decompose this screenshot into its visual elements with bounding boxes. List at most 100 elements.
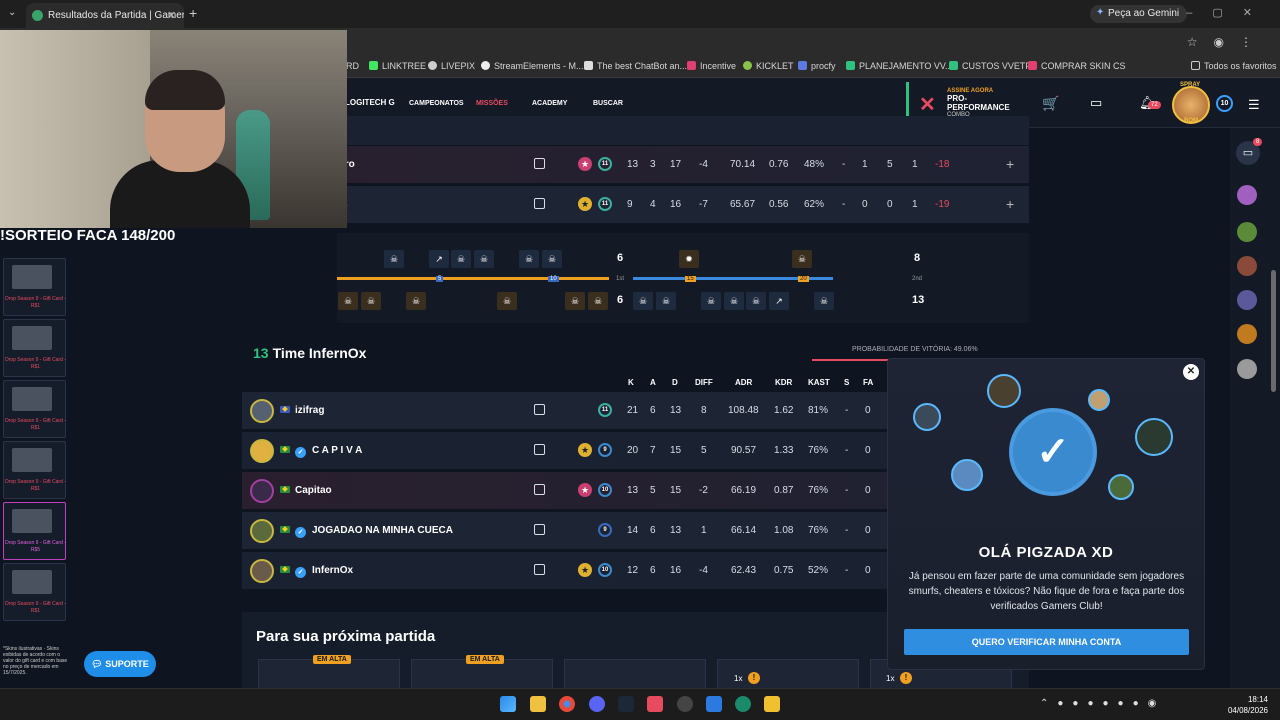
table-row[interactable]: s ★ 11 9 4 16 -7 65.67 0.56 62% - 0 0 1 … [242, 186, 1029, 224]
bookmark-comprar-skin[interactable]: COMPRAR SKIN CS [1028, 61, 1126, 71]
bookmark-all-favorites[interactable]: Todos os favoritos [1191, 61, 1277, 71]
report-icon[interactable] [534, 524, 545, 535]
player-name-wrap[interactable]: izifrag [280, 405, 324, 416]
friend-avatar[interactable] [1237, 359, 1257, 379]
page-scrollbar[interactable] [1271, 270, 1276, 392]
gemini-button[interactable]: Peça ao Gemini [1090, 5, 1188, 23]
player-avatar[interactable] [250, 439, 274, 463]
cart-icon[interactable]: 🛒 [1042, 95, 1059, 112]
round-icon[interactable]: ☠ [384, 250, 404, 268]
friend-avatar[interactable] [1237, 324, 1257, 344]
round-icon[interactable]: ☠ [338, 292, 358, 310]
round-icon[interactable]: ☠ [588, 292, 608, 310]
skin-card[interactable] [564, 659, 706, 689]
friend-avatar[interactable] [1237, 185, 1257, 205]
verify-account-button[interactable]: QUERO VERIFICAR MINHA CONTA [904, 629, 1189, 655]
round-icon[interactable]: ☠ [542, 250, 562, 268]
report-icon[interactable] [534, 444, 545, 455]
chat-icon[interactable]: ▭ [1090, 95, 1102, 111]
app-icon[interactable] [706, 696, 722, 712]
bookmark-custos[interactable]: CUSTOS VVETF [949, 61, 1031, 71]
app-icon[interactable] [647, 696, 663, 712]
round-icon[interactable]: ☠ [451, 250, 471, 268]
nav-buscar[interactable]: BUSCAR [593, 100, 623, 107]
stat-a: 6 [650, 565, 656, 576]
sponsor-logo[interactable]: LOGITECH G [345, 98, 395, 107]
round-icon[interactable]: ↗ [429, 250, 449, 268]
bookmark-kicklet[interactable]: KICKLET [743, 61, 794, 71]
nav-missoes[interactable]: MISSÕES [476, 100, 508, 107]
player-avatar[interactable] [250, 519, 274, 543]
expand-row-icon[interactable]: + [1006, 196, 1014, 212]
file-explorer-icon[interactable] [530, 696, 546, 712]
stat-diff: 1 [701, 525, 707, 536]
bookmark-procfy[interactable]: procfy [798, 61, 836, 71]
round-icon[interactable]: ☠ [814, 292, 834, 310]
round-icon[interactable]: ☠ [519, 250, 539, 268]
player-avatar[interactable] [250, 479, 274, 503]
report-icon[interactable] [534, 484, 545, 495]
friend-avatar[interactable] [1237, 256, 1257, 276]
round-icon[interactable]: ☠ [565, 292, 585, 310]
round-icon[interactable]: ☠ [406, 292, 426, 310]
bookmark-incentive[interactable]: Incentive [687, 61, 736, 71]
nav-campeonatos[interactable]: CAMPEONATOS [409, 100, 464, 107]
address-bar-icons[interactable]: ☆◉⋮ [1187, 35, 1268, 49]
tab-search-icon[interactable]: ⌄ [8, 7, 16, 18]
support-button[interactable]: 💬︎ SUPORTE [84, 651, 156, 677]
round-icon[interactable]: ☠ [497, 292, 517, 310]
nav-academy[interactable]: ACADEMY [532, 100, 567, 107]
bookmark-livepix[interactable]: LIVEPIX [428, 61, 475, 71]
player-name-wrap[interactable]: ✓ C A P I V A [280, 445, 362, 458]
round-icon[interactable]: ☠ [633, 292, 653, 310]
round-icon[interactable]: ☠ [792, 250, 812, 268]
app-icon[interactable] [677, 696, 693, 712]
windows-start-icon[interactable] [500, 696, 516, 712]
round-marker-5: 5 [436, 276, 444, 282]
app-icon[interactable] [735, 696, 751, 712]
clock[interactable]: 18:14 04/08/2026 [1224, 694, 1268, 716]
table-row[interactable]: iro ★ 11 13 3 17 -4 70.14 0.76 48% - 1 5… [242, 146, 1029, 184]
win-probability: PROBABILIDADE DE VITÓRIA: 49.06% [852, 346, 978, 353]
report-icon[interactable] [534, 198, 545, 209]
new-tab-icon[interactable]: + [189, 5, 197, 21]
bookmark-streamelements[interactable]: StreamElements - M... [481, 61, 584, 71]
app-icon[interactable] [764, 696, 780, 712]
report-icon[interactable] [534, 564, 545, 575]
friend-avatar[interactable] [1237, 222, 1257, 242]
friend-avatar[interactable] [1237, 290, 1257, 310]
player-avatar[interactable] [250, 399, 274, 423]
system-tray-icons[interactable]: ⌃●●●●●●◉ [1040, 698, 1165, 709]
bookmark-rd[interactable]: RD [346, 61, 359, 71]
steam-icon[interactable] [618, 696, 634, 712]
report-icon[interactable] [534, 404, 545, 415]
round-icon[interactable]: ✹ [679, 250, 699, 268]
player-name-wrap[interactable]: ✓ JOGADAO NA MINHA CUECA [280, 525, 453, 538]
round-icon[interactable]: ☠ [701, 292, 721, 310]
bookmark-planejamento[interactable]: PLANEJAMENTO VV... [846, 61, 953, 71]
stat-adr: 66.19 [731, 485, 757, 496]
round-icon[interactable]: ☠ [746, 292, 766, 310]
discord-icon[interactable] [589, 696, 605, 712]
stat-kdr: 0.56 [769, 199, 789, 210]
player-name-wrap[interactable]: ✓ InfernOx [280, 565, 353, 578]
round-icon[interactable]: ☠ [724, 292, 744, 310]
close-tab-icon[interactable]: ✕ [167, 9, 176, 22]
round-icon[interactable]: ☠ [361, 292, 381, 310]
bookmark-linktree[interactable]: LINKTREE [369, 61, 426, 71]
round-icon[interactable]: ☠ [656, 292, 676, 310]
drop-image [12, 509, 52, 533]
modal-close-icon[interactable]: ✕ [1183, 364, 1199, 380]
expand-row-icon[interactable]: + [1006, 156, 1014, 172]
player-avatar[interactable] [250, 559, 274, 583]
bookmark-chatbot[interactable]: The best ChatBot an... [584, 61, 687, 71]
browser-tab[interactable]: Resultados da Partida | Gamers ✕ [26, 3, 184, 28]
player-name-wrap[interactable]: Capitao [280, 485, 332, 496]
chrome-icon[interactable] [559, 696, 575, 712]
community-avatar [1088, 389, 1110, 411]
report-icon[interactable] [534, 158, 545, 169]
window-controls[interactable]: –▢✕ [1186, 6, 1272, 19]
round-icon[interactable]: ↗ [769, 292, 789, 310]
round-icon[interactable]: ☠ [474, 250, 494, 268]
hamburger-menu-icon[interactable]: ☰ [1248, 97, 1260, 113]
